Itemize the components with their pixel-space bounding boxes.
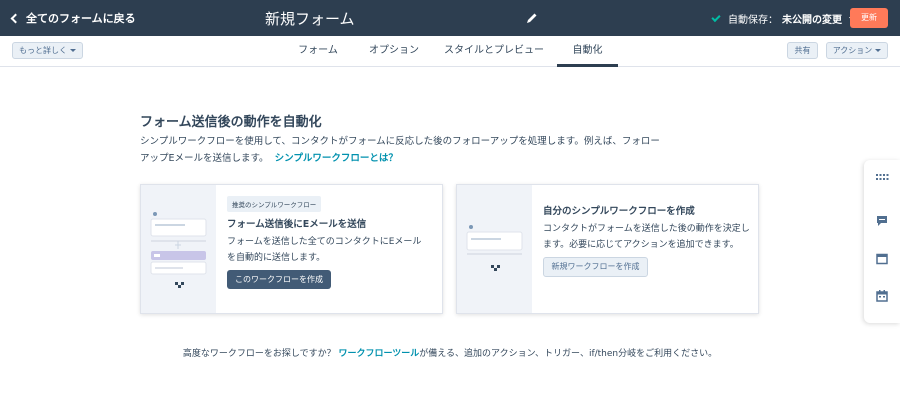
grid-icon[interactable]: [875, 170, 889, 184]
actions-label: アクション: [832, 46, 873, 55]
recommended-workflow-card: 推奨のシンプルワークフロー フォーム送信後にEメールを送信 フォームを送信した全…: [140, 184, 443, 314]
page-heading: フォーム送信後の動作を自動化: [140, 115, 322, 130]
intro-body: シンプルワークフローを使用して、コンタクトがフォームに反応した後のフォローアップ…: [140, 136, 660, 164]
share-button[interactable]: 共有: [787, 42, 818, 59]
check-icon: [711, 12, 721, 22]
pencil-icon[interactable]: [525, 11, 539, 25]
footer-suffix: が備える、追加のアクション、トリガー、if/then分岐をご利用ください。: [419, 349, 718, 359]
footer-prefix: 高度なワークフローをお探しですか？: [182, 349, 336, 359]
card-title: フォーム送信後にEメールを送信: [227, 219, 367, 230]
back-label: 全てのフォームに戻る: [26, 12, 136, 25]
caret-down-icon: [70, 49, 76, 52]
more-info-button[interactable]: もっと詳しく: [12, 42, 83, 59]
intro-text: シンプルワークフローを使用して、コンタクトがフォームに反応した後のフォローアップ…: [140, 133, 660, 167]
card-title: 自分のシンプルワークフローを作成: [543, 206, 695, 217]
workflow-tool-link[interactable]: ワークフローツール: [338, 349, 419, 359]
chevron-left-icon: [10, 13, 21, 23]
autosave-status[interactable]: 自動保存： 未公開の変更: [711, 11, 855, 26]
tab-options[interactable]: オプション: [364, 36, 424, 67]
tab-form[interactable]: フォーム: [290, 36, 346, 67]
tab-style-preview[interactable]: スタイルとプレビュー: [444, 36, 544, 67]
custom-workflow-card: 自分のシンプルワークフローを作成 コンタクトがフォームを送信した後の動作を決定し…: [456, 184, 759, 314]
create-this-workflow-button[interactable]: このワークフローを作成: [227, 270, 331, 289]
calendar-icon[interactable]: [875, 289, 889, 303]
right-side-panel: [864, 160, 900, 323]
custom-workflow-illustration: [457, 185, 532, 313]
email-workflow-illustration: [141, 185, 216, 313]
autosave-value: 未公開の変更: [782, 15, 842, 26]
simple-workflow-help-link[interactable]: シンプルワークフローとは？: [275, 153, 398, 164]
more-info-label: もっと詳しく: [19, 46, 67, 55]
caret-down-icon: [875, 49, 882, 52]
new-workflow-button[interactable]: 新規ワークフローを作成: [543, 257, 648, 277]
tab-automation[interactable]: 自動化: [557, 36, 618, 67]
recommended-badge: 推奨のシンプルワークフロー: [227, 196, 322, 212]
top-bar: 全てのフォームに戻る 新規フォーム 自動保存： 未公開の変更 更新: [0, 0, 900, 36]
chat-icon[interactable]: [875, 214, 889, 228]
tab-row: もっと詳しく フォーム オプション スタイルとプレビュー 自動化 共有 アクショ…: [0, 36, 900, 67]
card-description: フォームを送信した全てのコンタクトにEメールを自動的に送信します。: [227, 237, 422, 263]
form-title: 新規フォーム: [265, 10, 355, 28]
update-button[interactable]: 更新: [850, 8, 888, 28]
card-description: コンタクトがフォームを送信した後の動作を決定します。必要に応じてアクションを追加…: [543, 224, 750, 250]
window-icon[interactable]: [875, 252, 889, 266]
back-to-forms-link[interactable]: 全てのフォームに戻る: [10, 10, 136, 26]
actions-button[interactable]: アクション: [826, 42, 888, 59]
autosave-label: 自動保存：: [728, 15, 778, 26]
advanced-workflow-note: 高度なワークフローをお探しですか？ ワークフローツールが備える、追加のアクション…: [0, 346, 900, 359]
